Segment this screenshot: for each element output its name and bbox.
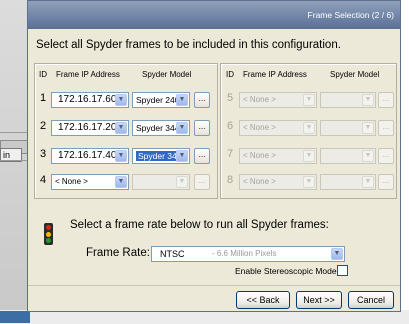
ellipsis-icon: ...: [382, 94, 390, 103]
frame-rate-description: - 6.6 Million Pixels: [212, 249, 277, 258]
ip-address-select[interactable]: 172.16.17.40 ▼: [51, 148, 129, 164]
spyder-model-select[interactable]: Spyder 344 ▼: [132, 148, 190, 164]
browse-button[interactable]: ...: [194, 92, 210, 108]
ellipsis-icon: ...: [382, 150, 390, 159]
chevron-down-icon[interactable]: ▼: [115, 150, 127, 162]
frames-panel-right: ID Frame IP Address Spyder Model 5 < Non…: [220, 63, 397, 199]
ip-address-select[interactable]: 172.16.17.60 ▼: [51, 92, 129, 108]
frame-rate-value: NTSC: [160, 249, 185, 259]
background-taskbar-button: [0, 311, 30, 323]
chevron-down-icon: ▼: [362, 150, 374, 162]
ip-address-select[interactable]: < None > ▼: [51, 174, 129, 190]
stereoscopic-label: Enable Stereoscopic Mode: [235, 266, 337, 276]
chevron-down-icon[interactable]: ▼: [176, 150, 188, 162]
ip-address-value: 172.16.17.60: [58, 94, 117, 105]
chevron-down-icon: ▼: [362, 122, 374, 134]
row-id: 3: [39, 148, 47, 160]
row-id: 6: [226, 120, 234, 132]
header-ip: Frame IP Address: [56, 70, 120, 79]
row-id: 2: [39, 120, 47, 132]
row-id: 4: [39, 174, 47, 186]
ip-address-value: < None >: [243, 151, 276, 160]
chevron-down-icon[interactable]: ▼: [115, 176, 127, 188]
header-model: Spyder Model: [330, 70, 380, 79]
ellipsis-icon: ...: [382, 176, 390, 185]
chevron-down-icon: ▼: [303, 176, 315, 188]
frame-rate-select[interactable]: NTSC - 6.6 Million Pixels ▼: [151, 246, 345, 262]
spyder-model-value: Spyder 344: [136, 123, 180, 133]
instruction-text: Select all Spyder frames to be included …: [36, 39, 341, 51]
chevron-down-icon: ▼: [176, 176, 188, 188]
header-id: ID: [39, 70, 47, 79]
frame-selection-dialog: Frame Selection (2 / 6) Select all Spyde…: [27, 0, 401, 312]
ip-address-value: < None >: [55, 177, 88, 186]
ip-address-select: < None > ▼: [239, 148, 317, 164]
row-id: 8: [226, 174, 234, 186]
spyder-model-select[interactable]: Spyder 240 ▼: [132, 92, 190, 108]
ip-address-value: 172.16.17.40: [58, 150, 117, 161]
back-button[interactable]: << Back: [236, 291, 290, 309]
spyder-model-select: ▼: [132, 174, 190, 190]
chevron-down-icon[interactable]: ▼: [176, 94, 188, 106]
spyder-model-value: Spyder 240: [136, 95, 180, 105]
spyder-model-select: ▼: [320, 92, 376, 108]
chevron-down-icon: ▼: [303, 150, 315, 162]
browse-button: ...: [194, 174, 210, 190]
background-window: in: [0, 0, 30, 324]
browse-button: ...: [378, 120, 394, 136]
chevron-down-icon: ▼: [362, 176, 374, 188]
chevron-down-icon[interactable]: ▼: [331, 248, 343, 260]
ip-address-value: < None >: [243, 123, 276, 132]
chevron-down-icon[interactable]: ▼: [115, 94, 127, 106]
ip-address-select[interactable]: 172.16.17.20 ▼: [51, 120, 129, 136]
ellipsis-icon: ...: [198, 176, 206, 185]
header-model: Spyder Model: [142, 70, 192, 79]
traffic-light-icon: [44, 223, 53, 245]
background-taskbar: [0, 310, 409, 324]
background-divider: [0, 160, 30, 161]
ip-address-value: < None >: [243, 177, 276, 186]
browse-button: ...: [378, 148, 394, 164]
header-id: ID: [226, 70, 234, 79]
ellipsis-icon: ...: [198, 122, 206, 131]
row-id: 5: [226, 92, 234, 104]
header-ip: Frame IP Address: [243, 70, 307, 79]
row-id: 1: [39, 92, 47, 104]
chevron-down-icon[interactable]: ▼: [176, 122, 188, 134]
spyder-model-select[interactable]: Spyder 344 ▼: [132, 120, 190, 136]
browse-button[interactable]: ...: [194, 120, 210, 136]
ip-address-select: < None > ▼: [239, 174, 317, 190]
chevron-down-icon: ▼: [362, 94, 374, 106]
dialog-footer: << Back Next >> Cancel: [28, 285, 400, 311]
background-divider: [0, 132, 30, 133]
frames-panel-left: ID Frame IP Address Spyder Model 1 172.1…: [34, 63, 218, 199]
spyder-model-select: ▼: [320, 148, 376, 164]
spyder-model-select: ▼: [320, 174, 376, 190]
cancel-button[interactable]: Cancel: [348, 291, 394, 309]
browse-button: ...: [378, 174, 394, 190]
frame-rate-section: Select a frame rate below to run all Spy…: [34, 203, 396, 285]
row-id: 7: [226, 148, 234, 160]
stereoscopic-checkbox[interactable]: [337, 265, 348, 276]
dialog-title: Frame Selection (2 / 6): [28, 1, 400, 29]
ellipsis-icon: ...: [198, 94, 206, 103]
spyder-model-select: ▼: [320, 120, 376, 136]
frame-rate-label: Frame Rate:: [86, 247, 150, 259]
ip-address-value: < None >: [243, 95, 276, 104]
chevron-down-icon: ▼: [303, 122, 315, 134]
ip-address-value: 172.16.17.20: [58, 122, 117, 133]
frame-rate-prompt: Select a frame rate below to run all Spy…: [70, 219, 329, 231]
ellipsis-icon: ...: [198, 150, 206, 159]
chevron-down-icon[interactable]: ▼: [115, 122, 127, 134]
browse-button[interactable]: ...: [194, 148, 210, 164]
ip-address-select: < None > ▼: [239, 92, 317, 108]
ellipsis-icon: ...: [382, 122, 390, 131]
next-button[interactable]: Next >>: [296, 291, 342, 309]
browse-button: ...: [378, 92, 394, 108]
ip-address-select: < None > ▼: [239, 120, 317, 136]
chevron-down-icon: ▼: [303, 94, 315, 106]
